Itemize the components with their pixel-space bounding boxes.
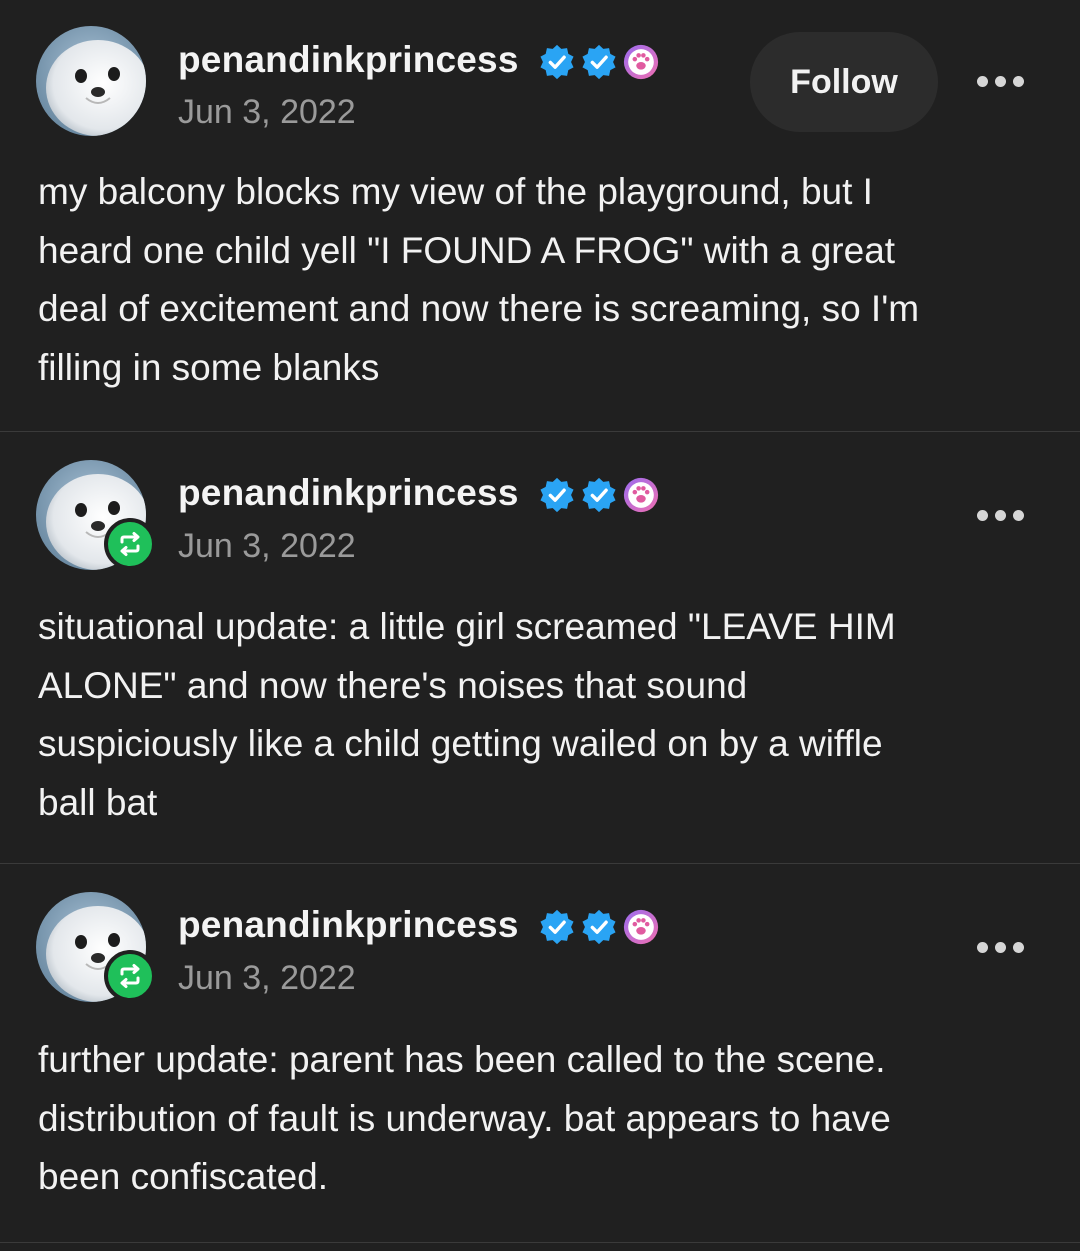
- post-body-line: suspiciously like a child getting wailed…: [38, 723, 883, 765]
- dot: [994, 75, 1006, 87]
- more-options-icon[interactable]: [970, 500, 1030, 530]
- post-body-line: situational update: a little girl scream…: [38, 606, 896, 647]
- more-options-icon[interactable]: [970, 66, 1030, 96]
- reblog-icon: [104, 518, 156, 570]
- post-body-line: ALONE" and now there's noises that sound: [38, 664, 748, 706]
- paw-badge-icon[interactable]: [622, 476, 660, 514]
- post-reblog: penandinkprincess Jun 3, 2022 situationa…: [0, 432, 1080, 863]
- reblog-icon: [104, 950, 156, 1002]
- post-body-line: deal of excitement and now there is scre…: [38, 288, 920, 330]
- post-body-line: filling in some blanks: [38, 347, 380, 389]
- user-badges: [538, 43, 660, 81]
- dot: [1012, 509, 1024, 521]
- more-options-icon[interactable]: [970, 932, 1030, 962]
- verified-badge-icon[interactable]: [580, 476, 618, 514]
- paw-badge-icon[interactable]: [622, 908, 660, 946]
- post-body-line: further update: parent has been called t…: [38, 1039, 886, 1080]
- user-badges: [538, 908, 660, 946]
- post-date: Jun 3, 2022: [178, 527, 356, 565]
- post-date: Jun 3, 2022: [178, 93, 356, 131]
- user-badges: [538, 476, 660, 514]
- post-username[interactable]: penandinkprincess: [178, 38, 519, 82]
- verified-badge-icon[interactable]: [538, 43, 576, 81]
- verified-badge-icon[interactable]: [580, 908, 618, 946]
- post-body-line: my balcony blocks my view of the playgro…: [38, 171, 873, 212]
- post-body: situational update: a little girl scream…: [38, 598, 1038, 833]
- post-body-line: heard one child yell "I FOUND A FROG" wi…: [38, 229, 896, 271]
- verified-badge-icon[interactable]: [580, 43, 618, 81]
- post-body-line: distribution of fault is underway. bat a…: [38, 1097, 891, 1139]
- post-username[interactable]: penandinkprincess: [178, 903, 519, 947]
- avatar[interactable]: [36, 26, 146, 136]
- post-body-line: been confiscated.: [38, 1156, 329, 1198]
- post-body: my balcony blocks my view of the playgro…: [38, 163, 1038, 398]
- post-reblog: penandinkprincess Jun 3, 2022 further up…: [0, 864, 1080, 1243]
- dot: [1012, 75, 1024, 87]
- dot: [994, 941, 1006, 953]
- dot: [994, 509, 1006, 521]
- post-username[interactable]: penandinkprincess: [178, 471, 519, 515]
- follow-button[interactable]: Follow: [750, 32, 938, 132]
- verified-badge-icon[interactable]: [538, 908, 576, 946]
- dot: [976, 509, 988, 521]
- dot: [1012, 941, 1024, 953]
- post-divider: [0, 1242, 1080, 1243]
- dot: [976, 75, 988, 87]
- seal-avatar-icon: [36, 26, 146, 136]
- dot: [976, 941, 988, 953]
- paw-badge-icon[interactable]: [622, 43, 660, 81]
- post-original: penandinkprincess Jun 3, 2022 Follow my …: [0, 0, 1080, 431]
- post-date: Jun 3, 2022: [178, 959, 356, 997]
- post-body-line: ball bat: [38, 782, 158, 824]
- post-body: further update: parent has been called t…: [38, 1031, 1038, 1207]
- verified-badge-icon[interactable]: [538, 476, 576, 514]
